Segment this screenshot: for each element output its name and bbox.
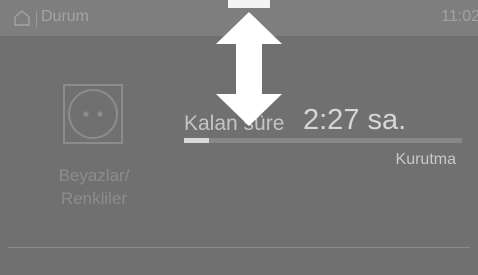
pull-down-handle[interactable]	[228, 0, 270, 8]
program-label: Beyazlar/ Renkliler	[30, 164, 158, 210]
progress-bar	[184, 138, 462, 143]
bottom-divider	[8, 247, 470, 248]
program-label-line2: Renkliler	[60, 189, 128, 208]
vertical-double-arrow-icon	[216, 12, 282, 126]
cotton-care-symbol-icon	[63, 84, 123, 144]
progress-fill	[184, 138, 210, 143]
header-divider	[36, 11, 37, 27]
phase-label: Kurutma	[395, 151, 456, 168]
clock: 11:02	[441, 8, 478, 25]
home-icon[interactable]	[13, 9, 31, 27]
program-label-line1: Beyazlar/	[58, 166, 130, 185]
remaining-time-value: 2:27 sa.	[303, 104, 407, 136]
page-title: Durum	[41, 8, 90, 25]
